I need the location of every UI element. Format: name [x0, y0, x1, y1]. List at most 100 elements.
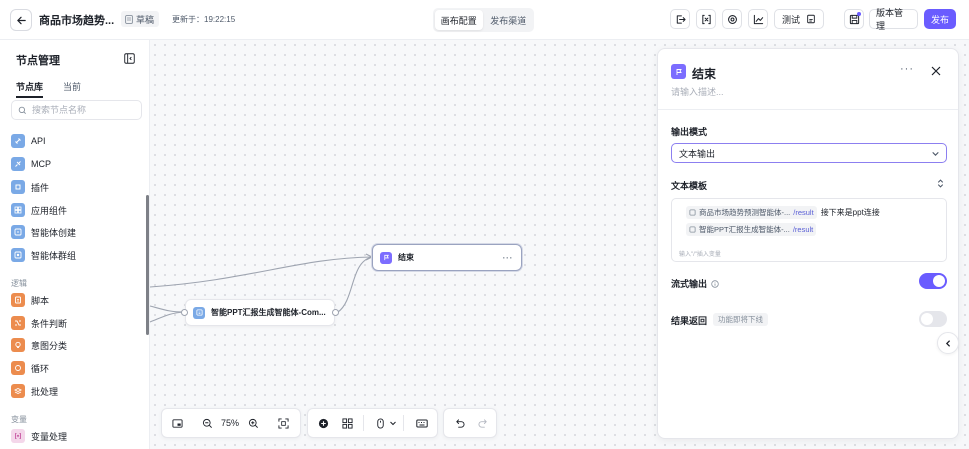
keyboard-shortcuts-button[interactable] [410, 411, 434, 435]
info-icon[interactable] [711, 279, 719, 288]
output-mode-label: 输出模式 [671, 127, 708, 137]
zoom-in-button[interactable] [241, 411, 265, 435]
chip-variable: /result [792, 225, 814, 234]
mcp-icon [11, 157, 25, 171]
tab-canvas-config[interactable]: 画布配置 [435, 10, 483, 30]
stream-output-label: 流式输出 [671, 277, 719, 290]
output-mode-select[interactable]: 文本输出 [671, 143, 947, 163]
end-node[interactable]: 结束 ··· [372, 244, 522, 271]
sidebar-item-label: 循环 [31, 363, 50, 374]
zoom-toolbar: 75% [161, 408, 301, 438]
back-button[interactable] [10, 9, 32, 31]
mouse-icon [376, 417, 384, 429]
agent-chip-icon [689, 209, 696, 216]
keyboard-icon [416, 419, 428, 427]
analytics-button[interactable] [748, 9, 768, 29]
sidebar-item-script[interactable]: 脚本 [11, 292, 49, 308]
node-search-input[interactable] [32, 105, 132, 115]
sidebar-item-variable[interactable]: 变量处理 [11, 428, 67, 444]
node-properties-panel: 结束 ··· 输出模式 文本输出 文本模板 商品市场趋势预测智能体-... /r… [657, 48, 959, 439]
export-button[interactable] [670, 9, 690, 29]
sidebar-item-intent[interactable]: 意图分类 [11, 337, 67, 353]
publish-button[interactable]: 发布 [924, 9, 956, 29]
chip-variable: /result [793, 208, 814, 217]
sidebar-item-agent-create[interactable]: 智能体创建 [11, 224, 76, 240]
sidebar-item-condition[interactable]: 条件判断 [11, 315, 67, 331]
template-line-1: 商品市场趋势预测智能体-... /result 接下来是ppt连接 [686, 206, 880, 219]
sidebar-item-loop[interactable]: 循环 [11, 360, 49, 376]
add-node-button[interactable] [311, 411, 335, 435]
text-template-editor[interactable]: 商品市场趋势预测智能体-... /result 接下来是ppt连接 智能PPT汇… [671, 198, 947, 262]
tab-node-library[interactable]: 节点库 [16, 80, 44, 98]
output-mode-value: 文本输出 [679, 148, 716, 159]
template-line-2: 智能PPT汇报生成智能体-... /result [686, 223, 817, 236]
zoom-in-icon [248, 418, 258, 428]
batch-icon [11, 384, 25, 398]
version-management-button[interactable]: 版本管理 [869, 8, 918, 31]
end-node-label: 结束 [398, 253, 414, 262]
ppt-output-port[interactable] [332, 309, 339, 316]
sidebar-item-mcp[interactable]: MCP [11, 156, 51, 172]
variable-chip[interactable]: 智能PPT汇报生成智能体-... /result [686, 223, 817, 236]
chevron-left-icon [945, 339, 950, 347]
node-sidebar: 节点管理 节点库 当前 API MCP 插件 应用组件 智能体创建 智能体群组 … [0, 40, 150, 449]
ppt-input-port[interactable] [181, 309, 188, 316]
zoom-out-button[interactable] [195, 411, 219, 435]
tab-publish-channels[interactable]: 发布渠道 [485, 10, 533, 30]
export-icon [676, 14, 686, 24]
minimap-button[interactable] [165, 411, 189, 435]
description-input[interactable] [671, 87, 941, 97]
variables-button[interactable] [696, 9, 716, 29]
app-title: 商品市场趋势... [39, 15, 115, 27]
expand-collapse-icon[interactable] [936, 179, 945, 188]
settings-button[interactable] [722, 9, 742, 29]
toolbar-divider [403, 415, 404, 431]
result-return-toggle[interactable] [919, 311, 947, 327]
ppt-agent-node[interactable]: 智能PPT汇报生成智能体-Com... [185, 299, 335, 326]
sidebar-item-label: 意图分类 [31, 340, 68, 351]
toggle-knob [933, 275, 945, 287]
undo-button[interactable] [447, 411, 471, 435]
result-return-label: 结果返回 [671, 316, 708, 326]
node-toolbar [307, 408, 438, 438]
save-button[interactable] [844, 9, 864, 29]
script-icon [11, 293, 25, 307]
unsaved-dot [857, 12, 861, 16]
sidebar-scrollbar[interactable] [146, 195, 149, 335]
close-icon[interactable] [930, 65, 942, 77]
panel-collapse-button[interactable] [937, 332, 959, 354]
redo-button[interactable] [471, 411, 495, 435]
sidebar-item-batch[interactable]: 批处理 [11, 383, 58, 399]
sidebar-item-plugin[interactable]: 插件 [11, 179, 49, 195]
top-bar: 商品市场趋势... 草稿 更新于：19:22:15 画布配置 发布渠道 测试 版… [0, 0, 969, 40]
sidebar-item-label: 智能体创建 [31, 227, 77, 238]
sidebar-tabs: 节点库 当前 [16, 80, 81, 98]
sidebar-item-api[interactable]: API [11, 133, 46, 149]
sidebar-item-app-component[interactable]: 应用组件 [11, 202, 67, 218]
test-button[interactable]: 测试 [774, 9, 824, 29]
collapse-sidebar-icon[interactable] [124, 53, 135, 64]
sidebar-item-agent-group[interactable]: 智能体群组 [11, 247, 76, 263]
agent-chip-icon [689, 226, 696, 233]
chevron-down-icon[interactable] [389, 419, 397, 427]
panel-title: 结束 [692, 67, 717, 81]
variable-chip[interactable]: 商品市场趋势预测智能体-... /result [686, 206, 817, 219]
chip-node-name: 商品市场趋势预测智能体-... [699, 208, 791, 217]
sidebar-item-label: 应用组件 [31, 205, 68, 216]
tab-current[interactable]: 当前 [63, 80, 81, 98]
panel-more-icon[interactable]: ··· [900, 63, 914, 75]
agent-node-icon [193, 306, 205, 319]
search-icon [18, 106, 26, 114]
sidebar-item-label: 脚本 [31, 295, 50, 306]
node-more-icon[interactable]: ··· [503, 253, 514, 263]
chip-node-name: 智能PPT汇报生成智能体-... [699, 225, 790, 234]
plus-circle-icon [318, 418, 328, 428]
layout-button[interactable] [335, 411, 359, 435]
sidebar-item-label: 变量处理 [31, 431, 68, 442]
sidebar-title: 节点管理 [16, 55, 60, 67]
stream-output-toggle[interactable] [919, 273, 947, 289]
sidebar-item-label: 智能体群组 [31, 250, 77, 261]
updated-time: 更新于：19:22:15 [172, 15, 236, 24]
fit-view-button[interactable] [271, 411, 295, 435]
node-search[interactable] [11, 100, 142, 120]
